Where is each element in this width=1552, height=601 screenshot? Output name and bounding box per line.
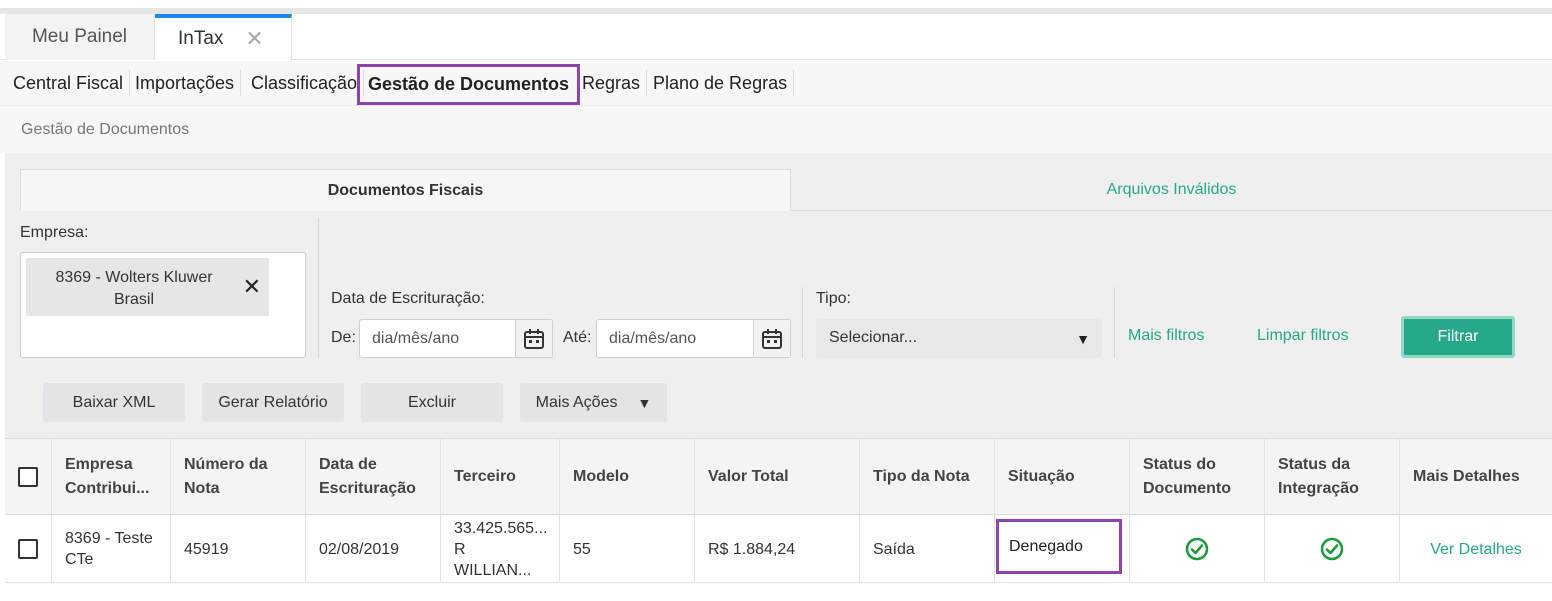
empresa-label: Empresa:	[20, 224, 89, 241]
select-all-cell	[5, 439, 52, 515]
check-circle-icon	[1320, 537, 1344, 561]
mais-acoes-button[interactable]: Mais Ações ▼	[520, 383, 667, 422]
top-strip	[0, 0, 1552, 8]
row-checkbox[interactable]	[18, 539, 38, 559]
menu-item-importacoes[interactable]: Importações	[129, 70, 242, 96]
calendar-icon[interactable]	[753, 320, 790, 357]
terceiro-cnpj: 33.425.565...	[454, 519, 548, 537]
terceiro-nome: R WILLIAN...	[454, 540, 532, 579]
breadcrumb-bar: Gestão de Documentos	[0, 105, 1552, 153]
cell-status-integracao	[1265, 515, 1400, 583]
baixar-xml-button[interactable]: Baixar XML	[43, 383, 185, 422]
limpar-filtros-link[interactable]: Limpar filtros	[1257, 327, 1349, 345]
ver-detalhes-link[interactable]: Ver Detalhes	[1430, 539, 1522, 560]
table-row[interactable]: 8369 - Teste CTe 45919 02/08/2019 33.425…	[5, 515, 1552, 583]
menu-item-plano-regras[interactable]: Plano de Regras	[647, 70, 795, 96]
window-tab-label: Meu Painel	[31, 26, 128, 47]
window-tab-meu-painel[interactable]: Meu Painel	[5, 14, 155, 60]
ate-label: Até:	[563, 329, 592, 346]
col-situacao[interactable]: Situação	[995, 439, 1130, 515]
col-status-documento[interactable]: Status do Documento	[1130, 439, 1265, 515]
filter-divider	[1114, 287, 1115, 358]
tab-arquivos-invalidos[interactable]: Arquivos Inválidos	[791, 169, 1552, 211]
select-all-checkbox[interactable]	[18, 467, 38, 487]
cell-tipo: Saída	[860, 515, 995, 583]
cell-empresa: 8369 - Teste CTe	[52, 515, 171, 583]
col-status-integracao[interactable]: Status da Integração	[1265, 439, 1400, 515]
data-escrituracao-label: Data de Escrituração:	[331, 290, 485, 307]
window-tab-bar: Meu Painel InTax ✕	[0, 14, 1552, 60]
chevron-down-icon: ▼	[1076, 331, 1090, 347]
window-tab-label: InTax	[178, 28, 224, 49]
menu-item-classificacao[interactable]: Classificação	[245, 70, 365, 96]
remove-chip-icon[interactable]: ✕	[243, 274, 261, 300]
mais-acoes-label: Mais Ações	[535, 393, 618, 411]
cell-mais-detalhes: Ver Detalhes	[1400, 515, 1552, 583]
cell-valor: R$ 1.884,24	[695, 515, 860, 583]
close-icon[interactable]: ✕	[245, 26, 263, 52]
filter-divider	[318, 218, 319, 358]
col-mais-detalhes: Mais Detalhes	[1413, 468, 1520, 485]
date-from-input[interactable]: dia/mês/ano	[359, 319, 553, 358]
situacao-badge: Denegado	[996, 519, 1122, 574]
check-circle-icon	[1185, 537, 1209, 561]
excluir-button[interactable]: Excluir	[361, 383, 503, 422]
calendar-icon[interactable]	[515, 320, 552, 357]
col-modelo[interactable]: Modelo	[560, 439, 695, 515]
tipo-select-value: Selecionar...	[829, 329, 918, 346]
table-header: Empresa Contribui... Número da Nota Data…	[5, 439, 1552, 515]
main-content: Documentos Fiscais Arquivos Inválidos Em…	[5, 153, 1552, 601]
empresa-chip: 8369 - Wolters Kluwer Brasil ✕	[26, 258, 269, 316]
gerar-relatorio-button[interactable]: Gerar Relatório	[202, 383, 344, 422]
date-to-input[interactable]: dia/mês/ano	[596, 319, 791, 358]
col-tipo[interactable]: Tipo da Nota	[860, 439, 995, 515]
filtrar-button[interactable]: Filtrar	[1401, 316, 1515, 358]
empresa-multiselect[interactable]: 8369 - Wolters Kluwer Brasil ✕	[20, 252, 306, 358]
cell-status-documento	[1130, 515, 1265, 583]
documents-table: Empresa Contribui... Número da Nota Data…	[5, 438, 1552, 601]
menu-item-gestao-documentos[interactable]: Gestão de Documentos	[357, 64, 581, 105]
breadcrumb: Gestão de Documentos	[21, 121, 190, 138]
cell-numero: 45919	[171, 515, 306, 583]
menu-item-central-fiscal[interactable]: Central Fiscal	[7, 70, 131, 96]
menu-item-regras[interactable]: Regras	[576, 70, 648, 96]
de-label: De:	[331, 329, 356, 346]
filter-divider	[802, 287, 803, 358]
empresa-chip-label: 8369 - Wolters Kluwer Brasil	[55, 269, 213, 308]
col-terceiro[interactable]: Terceiro	[441, 439, 560, 515]
tipo-select[interactable]: Selecionar... ▼	[816, 319, 1102, 358]
date-from-placeholder: dia/mês/ano	[372, 330, 460, 347]
tipo-label: Tipo:	[816, 290, 851, 307]
cell-data: 02/08/2019	[306, 515, 441, 583]
date-to-placeholder: dia/mês/ano	[609, 330, 697, 347]
mais-filtros-link[interactable]: Mais filtros	[1128, 327, 1204, 345]
chevron-down-icon: ▼	[637, 394, 652, 411]
col-data[interactable]: Data de Escrituração	[306, 439, 441, 515]
module-menu: Central Fiscal Importações Classificação…	[0, 61, 1552, 105]
col-numero[interactable]: Número da Nota	[171, 439, 306, 515]
col-empresa[interactable]: Empresa Contribui...	[52, 439, 171, 515]
window-tab-intax[interactable]: InTax ✕	[155, 14, 292, 60]
cell-terceiro: 33.425.565... R WILLIAN...	[441, 515, 560, 583]
row-select-cell	[5, 515, 52, 583]
col-valor[interactable]: Valor Total	[695, 439, 860, 515]
cell-modelo: 55	[560, 515, 695, 583]
tab-documentos-fiscais[interactable]: Documentos Fiscais	[20, 169, 791, 211]
